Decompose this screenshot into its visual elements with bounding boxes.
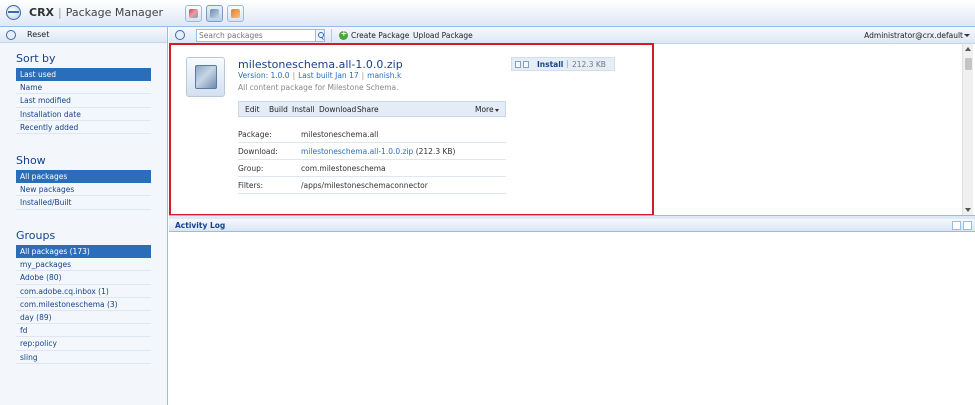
group-item-my-packages[interactable]: my_packages xyxy=(16,258,151,272)
groups-list: All packages (173) my_packages Adobe (80… xyxy=(16,245,151,364)
package-manager-icon[interactable] xyxy=(206,5,223,22)
user-menu[interactable]: Administrator@crx.default xyxy=(864,31,963,40)
create-package-icon[interactable] xyxy=(339,29,348,40)
app-name: Package Manager xyxy=(65,6,164,19)
group-item-fd[interactable]: fd xyxy=(16,324,151,338)
sort-list: Last used Name Last modified Installatio… xyxy=(16,68,151,134)
reset-button[interactable]: Reset xyxy=(27,30,49,39)
app-brand: CRX xyxy=(29,6,55,19)
show-item-new-packages[interactable]: New packages xyxy=(16,183,151,197)
group-item-adobe[interactable]: Adobe (80) xyxy=(16,271,151,285)
activity-log-body xyxy=(169,232,975,405)
group-item-cq-inbox[interactable]: com.adobe.cq.inbox (1) xyxy=(16,285,151,298)
activity-log-header: Activity Log xyxy=(169,219,975,232)
reset-icon[interactable] xyxy=(6,30,16,40)
sort-item-name[interactable]: Name xyxy=(16,81,151,95)
sidebar-toolbar: Reset xyxy=(0,27,167,43)
activity-log-title: Activity Log xyxy=(175,221,226,230)
show-item-installed-built[interactable]: Installed/Built xyxy=(16,196,151,210)
close-icon[interactable] xyxy=(952,221,961,230)
group-item-day[interactable]: day (89) xyxy=(16,311,151,325)
search-icon[interactable] xyxy=(315,29,325,42)
chevron-down-icon[interactable] xyxy=(964,34,970,37)
toolbar-divider xyxy=(331,29,332,42)
top-bar: CRX | Package Manager xyxy=(0,0,975,27)
show-heading: Show xyxy=(16,154,46,167)
show-list: All packages New packages Installed/Buil… xyxy=(16,170,151,210)
collapse-icon[interactable] xyxy=(963,221,972,230)
scroll-down-icon[interactable] xyxy=(965,208,971,212)
refresh-icon[interactable] xyxy=(175,30,185,40)
group-item-all-packages[interactable]: All packages (173) xyxy=(16,245,151,259)
scrollbar[interactable] xyxy=(962,44,973,215)
group-item-milestoneschema[interactable]: com.milestoneschema (3) xyxy=(16,298,151,311)
package-share-icon[interactable] xyxy=(227,5,244,22)
sort-item-last-modified[interactable]: Last modified xyxy=(16,94,151,108)
scroll-up-icon[interactable] xyxy=(965,47,971,51)
upload-package-button[interactable]: Upload Package xyxy=(413,31,473,40)
tools-icon[interactable] xyxy=(185,5,202,22)
app-title: CRX | Package Manager xyxy=(29,6,164,19)
scroll-thumb[interactable] xyxy=(965,58,972,70)
sort-item-installation-date[interactable]: Installation date xyxy=(16,108,151,121)
crx-logo-icon xyxy=(6,5,21,20)
show-item-all-packages[interactable]: All packages xyxy=(16,170,151,184)
groups-heading: Groups xyxy=(16,229,56,242)
search-input[interactable] xyxy=(196,29,316,42)
highlight-frame xyxy=(169,43,654,216)
sort-by-heading: Sort by xyxy=(16,52,56,65)
group-item-sling[interactable]: sling xyxy=(16,351,151,364)
main-toolbar: Create Package Upload Package Administra… xyxy=(169,27,975,44)
group-item-rep-policy[interactable]: rep:policy xyxy=(16,337,151,351)
sidebar: Reset Sort by Last used Name Last modifi… xyxy=(0,27,168,405)
create-package-button[interactable]: Create Package xyxy=(351,31,409,40)
sort-item-recently-added[interactable]: Recently added xyxy=(16,121,151,134)
sort-item-last-used[interactable]: Last used xyxy=(16,68,151,82)
